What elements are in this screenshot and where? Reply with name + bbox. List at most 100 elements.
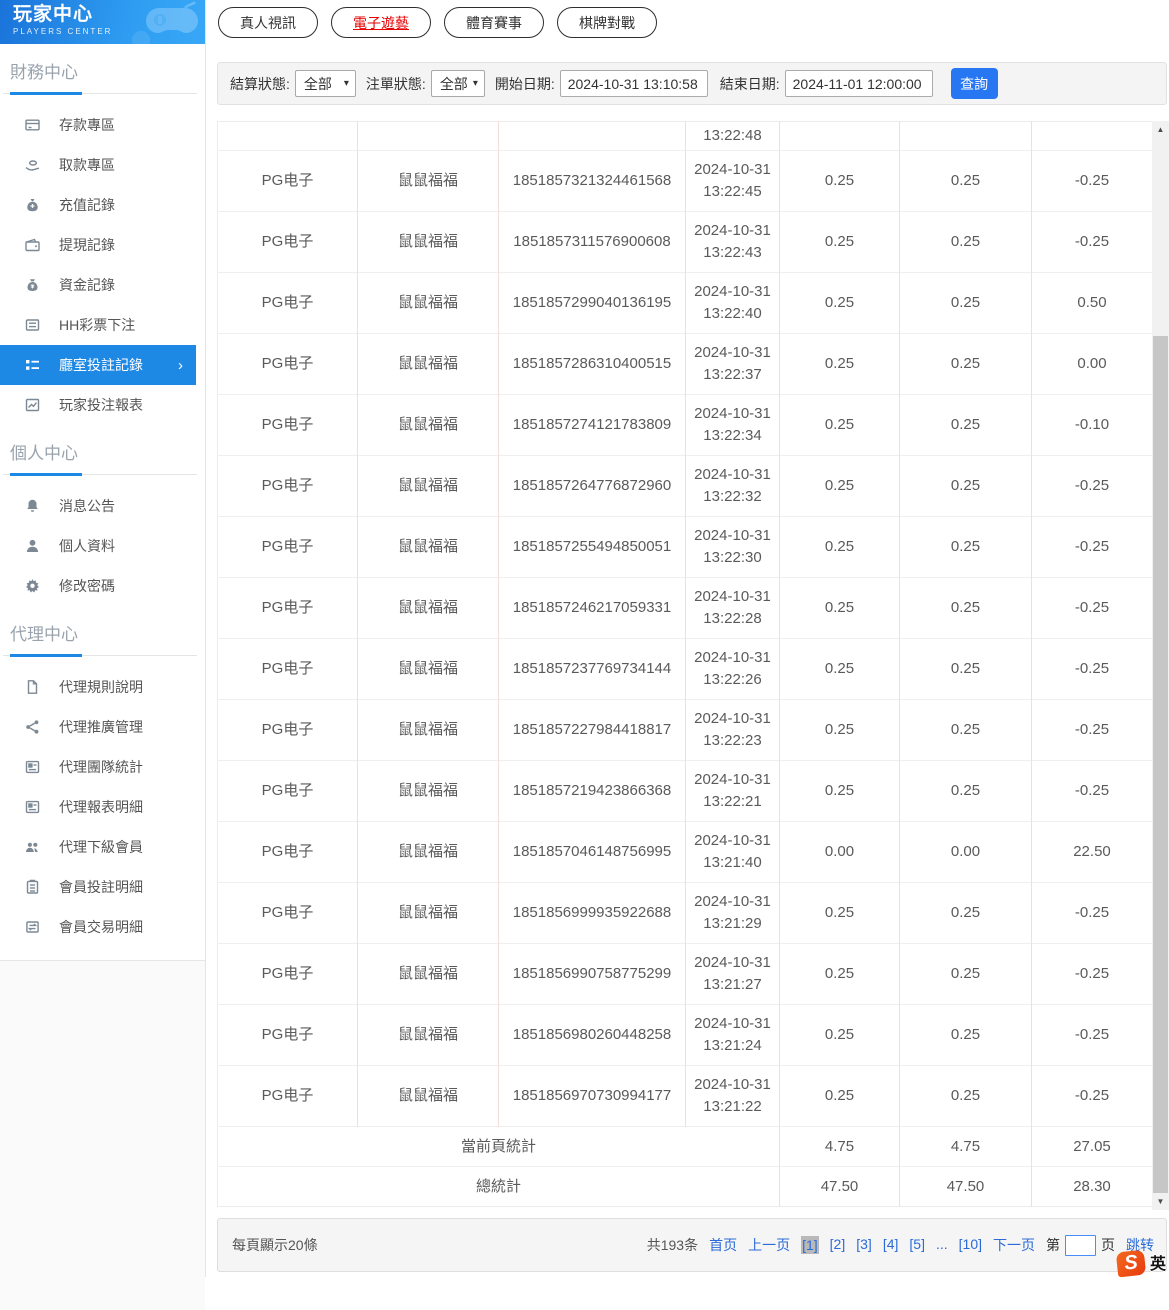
valid-bet-cell: 0.25 (899, 760, 1032, 822)
section-underline (3, 92, 197, 95)
sidebar-item[interactable]: 個人資料 (0, 526, 196, 566)
sidebar-item[interactable]: 代理團隊統計 (0, 747, 196, 787)
time-line: 13:21:24 (703, 1037, 762, 1054)
order-status-select[interactable]: 全部 ▾ (430, 70, 485, 97)
player-cell: 鼠鼠福福 (357, 333, 499, 395)
jump-page-input[interactable] (1065, 1234, 1096, 1256)
page-number-link[interactable]: [5] (909, 1236, 925, 1254)
sogou-logo-icon[interactable]: S (1115, 1249, 1147, 1278)
sidebar-item[interactable]: 廳室投註記錄 › (0, 345, 196, 385)
category-tab[interactable]: 電子遊藝 (331, 7, 431, 38)
summary-label-cell: 總統計 (217, 1166, 780, 1207)
sidebar-item[interactable]: 消息公告 (0, 486, 196, 526)
page-number-link[interactable]: ... (936, 1236, 948, 1254)
table-row: PG电子 鼠鼠福福 1851857227984418817 2024-10-31… (217, 699, 1153, 761)
category-tab[interactable]: 棋牌對戰 (557, 7, 657, 38)
sidebar-item[interactable]: 存款專區 (0, 105, 196, 145)
scroll-down-icon[interactable]: ▼ (1152, 1193, 1169, 1210)
sidebar-item-label: 代理規則說明 (59, 679, 143, 695)
sidebar-item[interactable]: 取款專區 (0, 145, 196, 185)
player-cell: 鼠鼠福福 (357, 943, 499, 1005)
ime-indicator[interactable]: S 英 (1115, 1249, 1166, 1278)
next-page-link[interactable]: 下一页 (993, 1235, 1035, 1255)
order-number-cell: 1851857311576900608 (498, 211, 686, 273)
valid-bet-cell: 0.00 (899, 821, 1032, 883)
table-row: PG电子 鼠鼠福福 1851857286310400515 2024-10-31… (217, 333, 1153, 395)
first-page-link[interactable]: 首页 (709, 1235, 737, 1255)
win-loss-cell: -0.25 (1031, 943, 1153, 1005)
sidebar-item-label: 資金記錄 (59, 277, 115, 293)
win-loss-cell: 0.00 (1031, 333, 1153, 395)
page-number-link[interactable]: [2] (830, 1236, 846, 1254)
datetime-cell: 2024-10-31 13:22:23 (685, 699, 780, 761)
valid-bet-cell: 0.25 (899, 943, 1032, 1005)
platform-cell: PG电子 (217, 943, 358, 1005)
order-number-cell: 1851857227984418817 (498, 699, 686, 761)
page-number-link[interactable]: [10] (959, 1236, 982, 1254)
category-tab[interactable]: 體育賽事 (444, 7, 544, 38)
time-line: 13:22:23 (703, 732, 762, 749)
category-tab[interactable]: 真人視訊 (218, 7, 318, 38)
order-number-cell: 1851857246217059331 (498, 577, 686, 639)
recharge-bag-icon (23, 196, 41, 214)
sidebar-section-agent: 代理中心 代理規則說明 代理推廣管理 代理團隊統計 代理報表明細 代理下級會員 … (0, 620, 205, 947)
scrollbar-thumb[interactable] (1153, 336, 1168, 1193)
win-loss-cell: -0.10 (1031, 394, 1153, 456)
player-cell: 鼠鼠福福 (357, 1004, 499, 1066)
bet-amount-cell: 0.25 (779, 150, 900, 212)
settle-status-select[interactable]: 全部 ▾ (294, 70, 356, 97)
sidebar-item[interactable]: 代理下級會員 (0, 827, 196, 867)
start-date-input[interactable] (559, 70, 708, 97)
table-scrollbar[interactable]: ▲ ▼ (1152, 121, 1169, 1210)
records-body: PG电子 鼠鼠福福 1851857321324461568 2024-10-31… (217, 150, 1153, 1127)
sidebar-item[interactable]: 提現記錄 (0, 225, 196, 265)
sidebar-item[interactable]: 代理規則說明 (0, 667, 196, 707)
order-number-cell: 1851857274121783809 (498, 394, 686, 456)
table-row: PG电子 鼠鼠福福 1851856999935922688 2024-10-31… (217, 882, 1153, 944)
users-icon (23, 838, 41, 856)
summary-row: 總統計 47.50 47.50 28.30 (217, 1166, 1153, 1207)
sidebar-item-label: 廳室投註記錄 (59, 357, 143, 373)
win-loss-cell: -0.25 (1031, 882, 1153, 944)
order-number-cell: 1851857046148756995 (498, 821, 686, 883)
table-row: PG电子 鼠鼠福福 1851857264776872960 2024-10-31… (217, 455, 1153, 517)
member-bet-icon (23, 878, 41, 896)
sidebar-item[interactable]: HH彩票下注 (0, 305, 196, 345)
date-line: 2024-10-31 (694, 161, 771, 179)
order-number-cell: 1851857286310400515 (498, 333, 686, 395)
search-button[interactable]: 查詢 (950, 68, 998, 99)
player-cell: 鼠鼠福福 (357, 760, 499, 822)
date-line: 2024-10-31 (694, 954, 771, 972)
date-line: 2024-10-31 (694, 466, 771, 484)
sidebar-item[interactable]: 代理報表明細 (0, 787, 196, 827)
summary-bet-cell: 4.75 (779, 1126, 900, 1167)
table-row: PG电子 鼠鼠福福 1851856980260448258 2024-10-31… (217, 1004, 1153, 1066)
valid-bet-cell: 0.25 (899, 638, 1032, 700)
ime-mode-label[interactable]: 英 (1150, 1255, 1166, 1276)
page-number-link[interactable]: [1] (801, 1236, 819, 1254)
sidebar-item[interactable]: 修改密碼 (0, 566, 196, 606)
sidebar-item[interactable]: 玩家投注報表 (0, 385, 196, 425)
sidebar-item-label: 代理下級會員 (59, 839, 143, 855)
end-date-input[interactable] (784, 70, 933, 97)
sidebar-item[interactable]: 會員交易明細 (0, 907, 196, 947)
tab-label: 棋牌對戰 (579, 14, 635, 31)
page-number-link[interactable]: [3] (856, 1236, 872, 1254)
prev-page-link[interactable]: 上一页 (748, 1235, 790, 1255)
scroll-up-icon[interactable]: ▲ (1152, 121, 1169, 138)
sidebar-item[interactable]: 會員投註明細 (0, 867, 196, 907)
datetime-cell: 2024-10-31 13:22:45 (685, 150, 780, 212)
sidebar-item[interactable]: 資金記錄 (0, 265, 196, 305)
time-line: 13:21:22 (703, 1098, 762, 1115)
sidebar-item[interactable]: 代理推廣管理 (0, 707, 196, 747)
sidebar-item[interactable]: 充值記錄 (0, 185, 196, 225)
page-number-link[interactable]: [4] (883, 1236, 899, 1254)
doc-icon (23, 678, 41, 696)
section-title: 財務中心 (10, 63, 78, 82)
win-loss-cell: -0.25 (1031, 516, 1153, 578)
player-cell: 鼠鼠福福 (357, 150, 499, 212)
win-loss-cell: -0.25 (1031, 760, 1153, 822)
sidebar-item-label: 代理推廣管理 (59, 719, 143, 735)
datetime-cell: 2024-10-31 13:21:27 (685, 943, 780, 1005)
sidebar-header: 玩家中心 PLAYERS CENTER (0, 0, 205, 44)
